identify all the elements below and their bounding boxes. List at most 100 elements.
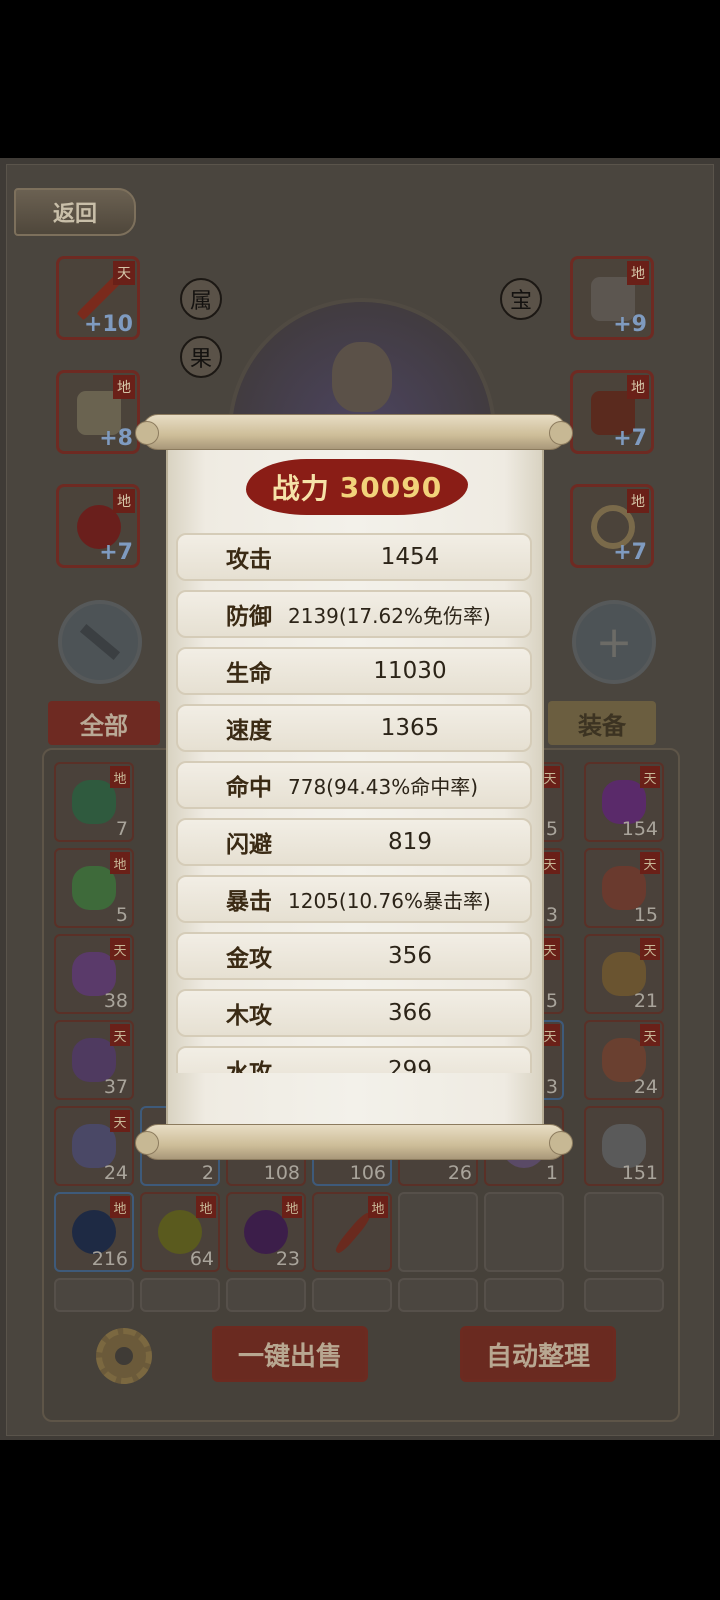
bag-item[interactable]: 地 64 (140, 1192, 220, 1272)
stat-list[interactable]: 攻击 1454 防御 2139(17.62%免伤率) 生命 11030 速度 1… (176, 533, 534, 1073)
fruit-button[interactable]: 果 (180, 336, 222, 378)
tab-equipment[interactable]: 装备 (548, 701, 656, 745)
empty-slot[interactable] (54, 1278, 134, 1312)
empty-slot[interactable] (484, 1278, 564, 1312)
stat-value: 2139(17.62%免伤率) (288, 603, 491, 628)
auto-sort-button[interactable]: 自动整理 (460, 1326, 616, 1382)
enhance-level: +7 (99, 540, 133, 565)
equip-slot-boots[interactable]: 地 +7 (570, 370, 654, 454)
sword-icon (333, 1210, 373, 1256)
bag-item[interactable]: 天 154 (584, 762, 664, 842)
skill-button[interactable] (58, 600, 142, 684)
stat-row: 金攻 356 (176, 932, 532, 980)
item-count: 154 (621, 818, 658, 840)
tab-all[interactable]: 全部 (48, 701, 160, 745)
empty-slot[interactable] (584, 1278, 664, 1312)
item-count: 5 (115, 904, 128, 926)
game-screen: 返回 天 +10 地 +8 地 +7 地 +9 地 +7 地 +7 属 果 宝 (0, 158, 720, 1440)
enhance-level: +9 (613, 312, 647, 337)
bag-item[interactable]: 天 38 (54, 934, 134, 1014)
item-count: 106 (349, 1162, 386, 1184)
item-count: 24 (633, 1076, 658, 1098)
grade-badge: 天 (640, 852, 660, 874)
grade-badge: 地 (627, 489, 649, 513)
bag-item[interactable]: 天 15 (584, 848, 664, 928)
grade-badge: 地 (196, 1196, 216, 1218)
equip-slot-weapon[interactable]: 天 +10 (56, 256, 140, 340)
stat-row: 暴击 1205(10.76%暴击率) (176, 875, 532, 923)
equip-slot-scroll[interactable]: 地 +8 (56, 370, 140, 454)
treasure-button[interactable]: 宝 (500, 278, 542, 320)
scroll-top-rod (135, 414, 573, 450)
item-count: 2 (201, 1162, 214, 1184)
stat-name: 防御 (226, 603, 272, 630)
stats-scroll: 战力 30090 攻击 1454 防御 2139(17.62%免伤率) 生命 1… (166, 441, 544, 1131)
stat-row: 攻击 1454 (176, 533, 532, 581)
stat-value: 356 (388, 943, 432, 969)
stat-value: 1454 (380, 544, 440, 570)
add-skill-button[interactable]: + (572, 600, 656, 684)
stat-value: 1205(10.76%暴击率) (288, 888, 491, 913)
stat-row: 速度 1365 (176, 704, 532, 752)
enhance-level: +7 (613, 540, 647, 565)
grade-badge: 地 (113, 489, 135, 513)
grade-badge: 地 (282, 1196, 302, 1218)
grade-badge: 地 (627, 375, 649, 399)
empty-slot[interactable] (140, 1278, 220, 1312)
stat-value: 299 (388, 1057, 432, 1073)
item-count: 38 (103, 990, 128, 1012)
stat-row: 木攻 366 (176, 989, 532, 1037)
item-count: 7 (115, 818, 128, 840)
stat-name: 命中 (226, 774, 272, 801)
settings-gear-icon[interactable] (96, 1328, 152, 1384)
grade-badge: 天 (640, 938, 660, 960)
attribute-button[interactable]: 属 (180, 278, 222, 320)
stat-name: 金攻 (226, 945, 272, 972)
enhance-level: +10 (83, 312, 133, 337)
empty-slot[interactable] (584, 1192, 664, 1272)
grade-badge: 天 (110, 1110, 130, 1132)
empty-slot[interactable] (312, 1278, 392, 1312)
power-value: 30090 (339, 470, 443, 504)
equip-slot-ring[interactable]: 地 +7 (570, 484, 654, 568)
power-banner: 战力 30090 (246, 459, 468, 515)
empty-slot[interactable] (484, 1192, 564, 1272)
scroll-bottom-rod (135, 1124, 573, 1160)
sell-all-button[interactable]: 一键出售 (212, 1326, 368, 1382)
stat-name: 攻击 (226, 546, 272, 573)
equip-slot-armor[interactable]: 地 +9 (570, 256, 654, 340)
bag-item[interactable]: 地 (312, 1192, 392, 1272)
equip-slot-amulet[interactable]: 地 +7 (56, 484, 140, 568)
empty-slot[interactable] (398, 1192, 478, 1272)
item-count: 64 (189, 1248, 214, 1270)
stat-row: 命中 778(94.43%命中率) (176, 761, 532, 809)
grade-badge: 天 (113, 261, 135, 285)
stat-row: 防御 2139(17.62%免伤率) (176, 590, 532, 638)
stat-name: 速度 (226, 717, 272, 744)
bag-item[interactable]: 151 (584, 1106, 664, 1186)
plus-icon: + (595, 616, 633, 668)
bag-item[interactable]: 天 24 (584, 1020, 664, 1100)
bag-item[interactable]: 地 7 (54, 762, 134, 842)
item-count: 21 (633, 990, 658, 1012)
empty-slot[interactable] (398, 1278, 478, 1312)
grade-badge: 天 (110, 938, 130, 960)
stat-name: 生命 (226, 660, 272, 687)
bag-item[interactable]: 地 216 (54, 1192, 134, 1272)
stat-name: 木攻 (226, 1002, 272, 1029)
bag-item[interactable]: 天 21 (584, 934, 664, 1014)
grade-badge: 地 (627, 261, 649, 285)
stat-row: 水攻 299 (176, 1046, 532, 1073)
bag-item[interactable]: 地 5 (54, 848, 134, 928)
back-button[interactable]: 返回 (14, 188, 136, 236)
bag-item[interactable]: 地 23 (226, 1192, 306, 1272)
grade-badge: 地 (110, 766, 130, 788)
stat-value: 1365 (380, 715, 440, 741)
stat-name: 暴击 (226, 888, 272, 915)
bag-item[interactable]: 天 37 (54, 1020, 134, 1100)
item-count: 15 (633, 904, 658, 926)
bag-item[interactable]: 天 24 (54, 1106, 134, 1186)
grade-badge: 天 (640, 1024, 660, 1046)
empty-slot[interactable] (226, 1278, 306, 1312)
item-count: 24 (103, 1162, 128, 1184)
